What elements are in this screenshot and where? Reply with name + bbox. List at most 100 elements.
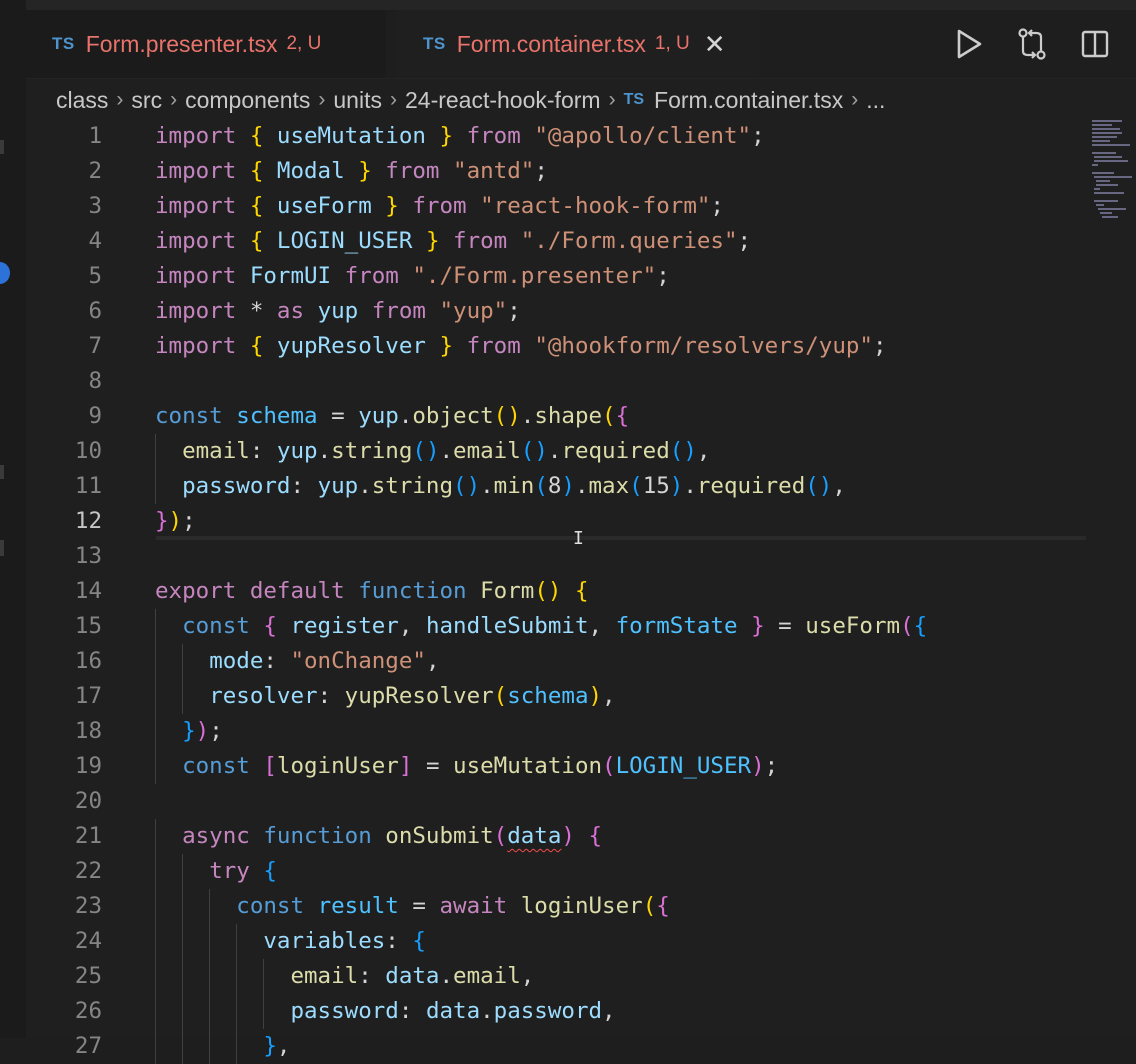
code-line[interactable]: 1 import { useMutation } from "@apollo/cl… bbox=[26, 119, 1086, 154]
play-icon bbox=[957, 29, 982, 59]
code-line[interactable]: 24 variables: { bbox=[26, 924, 1086, 959]
code-line[interactable]: 14 export default function Form() { bbox=[26, 574, 1086, 609]
tab-problem-status: 2, U bbox=[286, 33, 322, 54]
code-line[interactable]: 25 email: data.email, bbox=[26, 959, 1086, 994]
code-line[interactable]: 3 import { useForm } from "react-hook-for… bbox=[26, 189, 1086, 224]
code-text: import { LOGIN_USER } from "./Form.queri… bbox=[155, 228, 752, 254]
code-text: variables: { bbox=[263, 928, 426, 954]
line-number: 1 bbox=[88, 123, 102, 149]
open-changes-button[interactable] bbox=[1010, 24, 1054, 64]
code-text: mode: "onChange", bbox=[209, 648, 440, 674]
code-text: }, bbox=[263, 1033, 291, 1059]
code-line[interactable]: 26 password: data.password, bbox=[26, 994, 1086, 1029]
title-strip bbox=[26, 0, 1136, 10]
code-line[interactable]: 7 import { yupResolver } from "@hookform/… bbox=[26, 329, 1086, 364]
code-text: const [loginUser] = useMutation(LOGIN_US… bbox=[182, 753, 779, 779]
tab-problem-status: 1, U bbox=[654, 33, 690, 54]
code-text: password: yup.string().min(8).max(15).re… bbox=[182, 473, 846, 499]
run-button[interactable] bbox=[947, 24, 991, 64]
code-line[interactable]: 17 resolver: yupResolver(schema), bbox=[26, 679, 1086, 714]
code-line[interactable]: 4 import { LOGIN_USER } from "./Form.quer… bbox=[26, 224, 1086, 259]
strip-mark bbox=[0, 465, 4, 479]
code-line[interactable]: 11 password: yup.string().min(8).max(15)… bbox=[26, 469, 1086, 504]
code-text: }); bbox=[182, 718, 223, 744]
line-number: 8 bbox=[88, 368, 102, 394]
line-number: 9 bbox=[88, 403, 102, 429]
minimap[interactable] bbox=[1088, 116, 1136, 226]
chevron-right-icon: › bbox=[116, 88, 124, 111]
line-number: 18 bbox=[74, 718, 102, 744]
code-line[interactable]: 19 const [loginUser] = useMutation(LOGIN… bbox=[26, 749, 1086, 784]
code-text: import { useForm } from "react-hook-form… bbox=[155, 193, 724, 219]
breadcrumb-more[interactable]: ... bbox=[866, 87, 885, 114]
editor-actions bbox=[947, 24, 1136, 64]
line-number: 7 bbox=[88, 333, 102, 359]
text-cursor-icon: I bbox=[573, 528, 584, 549]
typescript-file-icon: TS bbox=[623, 91, 645, 108]
line-number: 19 bbox=[74, 753, 102, 779]
line-number: 20 bbox=[74, 788, 102, 814]
breadcrumb-item[interactable]: src bbox=[131, 87, 162, 114]
tab-form-container[interactable]: TS Form.container.tsx 1, U ✕ bbox=[397, 10, 759, 78]
code-text: try { bbox=[209, 858, 277, 884]
code-line[interactable]: 23 const result = await loginUser({ bbox=[26, 889, 1086, 924]
strip-mark bbox=[0, 140, 4, 154]
code-line[interactable]: 12}); bbox=[26, 504, 1086, 539]
code-line[interactable]: 2 import { Modal } from "antd"; bbox=[26, 154, 1086, 189]
line-number: 15 bbox=[74, 613, 102, 639]
source-compare-icon bbox=[1018, 28, 1046, 60]
code-line[interactable]: 8 bbox=[26, 364, 1086, 399]
line-number: 16 bbox=[74, 648, 102, 674]
code-text: async function onSubmit(data) { bbox=[182, 823, 603, 849]
code-text: password: data.password, bbox=[290, 998, 616, 1024]
breadcrumb-file[interactable]: Form.container.tsx bbox=[654, 87, 843, 114]
line-number: 14 bbox=[74, 578, 102, 604]
code-line[interactable]: 9 const schema = yup.object().shape({ bbox=[26, 399, 1086, 434]
code-text: import { Modal } from "antd"; bbox=[155, 158, 548, 184]
tab-form-presenter[interactable]: TS Form.presenter.tsx 2, U bbox=[26, 10, 386, 78]
code-line[interactable]: 6 import * as yup from "yup"; bbox=[26, 294, 1086, 329]
code-text: import { useMutation } from "@apollo/cli… bbox=[155, 123, 765, 149]
code-line[interactable]: 21 async function onSubmit(data) { bbox=[26, 819, 1086, 854]
code-text: }); bbox=[155, 508, 196, 534]
notification-dot[interactable] bbox=[0, 262, 10, 284]
line-number: 3 bbox=[88, 193, 102, 219]
code-text: import { yupResolver } from "@hookform/r… bbox=[155, 333, 887, 359]
line-number: 6 bbox=[88, 298, 102, 324]
code-line[interactable]: 13 bbox=[26, 539, 1086, 574]
code-text: const result = await loginUser({ bbox=[236, 893, 670, 919]
code-line[interactable]: 22 try { bbox=[26, 854, 1086, 889]
line-number: 10 bbox=[74, 438, 102, 464]
breadcrumb-item[interactable]: class bbox=[56, 87, 108, 114]
breadcrumb-item[interactable]: 24-react-hook-form bbox=[405, 87, 601, 114]
code-text: const { register, handleSubmit, formStat… bbox=[182, 613, 928, 639]
code-line[interactable]: 10 email: yup.string().email().required(… bbox=[26, 434, 1086, 469]
line-number: 12 bbox=[74, 508, 102, 534]
code-line[interactable]: 5 import FormUI from "./Form.presenter"; bbox=[26, 259, 1086, 294]
breadcrumb-item[interactable]: units bbox=[333, 87, 382, 114]
line-number: 23 bbox=[74, 893, 102, 919]
code-text: import FormUI from "./Form.presenter"; bbox=[155, 263, 670, 289]
code-line[interactable]: 16 mode: "onChange", bbox=[26, 644, 1086, 679]
code-editor[interactable]: 1 import { useMutation } from "@apollo/cl… bbox=[26, 119, 1086, 1064]
line-number: 21 bbox=[74, 823, 102, 849]
chevron-right-icon: › bbox=[170, 88, 178, 111]
split-editor-button[interactable] bbox=[1073, 24, 1117, 64]
close-icon[interactable]: ✕ bbox=[704, 31, 726, 57]
line-number: 26 bbox=[74, 998, 102, 1024]
breadcrumb-item[interactable]: components bbox=[185, 87, 310, 114]
chevron-right-icon: › bbox=[851, 88, 859, 111]
code-line[interactable]: 20 bbox=[26, 784, 1086, 819]
line-number: 22 bbox=[74, 858, 102, 884]
split-editor-icon bbox=[1081, 30, 1109, 58]
code-text: email: data.email, bbox=[290, 963, 535, 989]
code-line[interactable]: 15 const { register, handleSubmit, formS… bbox=[26, 609, 1086, 644]
code-line[interactable]: 18 }); bbox=[26, 714, 1086, 749]
line-number: 2 bbox=[88, 158, 102, 184]
code-line[interactable]: 27 }, bbox=[26, 1029, 1086, 1064]
tab-label: Form.container.tsx bbox=[456, 30, 646, 57]
line-number: 5 bbox=[88, 263, 102, 289]
chevron-right-icon: › bbox=[389, 88, 397, 111]
editor-area: TS Form.presenter.tsx 2, U TS Form.conta… bbox=[26, 0, 1136, 1064]
code-text: import * as yup from "yup"; bbox=[155, 298, 521, 324]
